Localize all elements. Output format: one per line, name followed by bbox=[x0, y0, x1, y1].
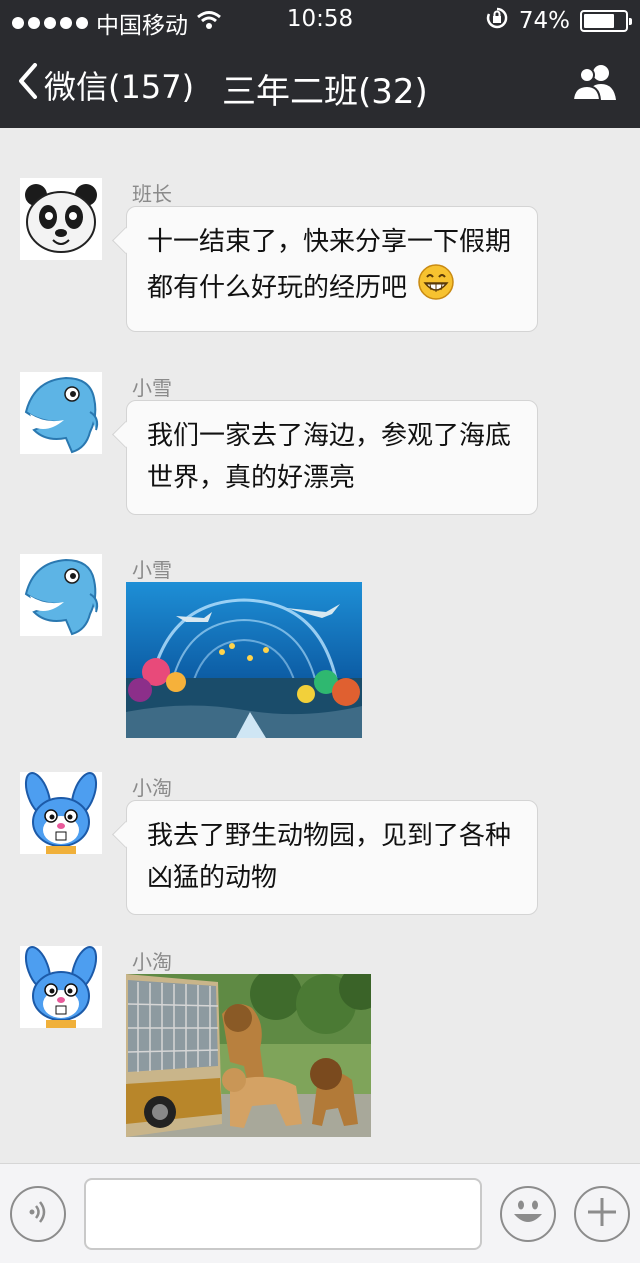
message-text: 我去了野生动物园，见到了各种凶猛的动物 bbox=[147, 821, 512, 893]
rotation-lock-icon bbox=[485, 6, 509, 36]
chevron-left-icon bbox=[18, 63, 38, 107]
voice-button[interactable] bbox=[10, 1186, 66, 1242]
plus-icon bbox=[585, 1195, 619, 1233]
message-input[interactable] bbox=[84, 1178, 482, 1250]
sender-name: 小雪 bbox=[132, 558, 172, 582]
emoji-button[interactable] bbox=[500, 1186, 556, 1242]
sender-name: 班长 bbox=[132, 182, 172, 206]
message-bubble[interactable]: 十一结束了，快来分享一下假期都有什么好玩的经历吧 bbox=[126, 206, 538, 332]
panda-avatar[interactable] bbox=[20, 178, 102, 260]
back-label: 微信(157) bbox=[44, 68, 195, 106]
voice-icon bbox=[24, 1198, 52, 1230]
status-bar: 中国移动 10:58 74% bbox=[0, 0, 640, 40]
nav-bar: 微信(157) 三年二班(32) bbox=[0, 40, 640, 128]
chat-title: 三年二班(32) bbox=[222, 72, 428, 112]
rabbit-avatar[interactable] bbox=[20, 772, 102, 854]
sender-name: 小雪 bbox=[132, 376, 172, 400]
input-bar bbox=[0, 1163, 640, 1263]
battery-percentage: 74% bbox=[518, 8, 570, 34]
dolphin-avatar[interactable] bbox=[20, 554, 102, 636]
group-info-icon[interactable] bbox=[571, 62, 618, 106]
rabbit-avatar[interactable] bbox=[20, 946, 102, 1028]
battery-icon bbox=[580, 10, 632, 32]
dolphin-avatar[interactable] bbox=[20, 372, 102, 454]
emoji-icon bbox=[502, 1186, 554, 1242]
message-text: 我们一家去了海边，参观了海底世界，真的好漂亮 bbox=[147, 421, 512, 493]
chat-message-list[interactable]: 班长 十一结束了，快来分享一下假期都有什么好玩的经历吧 小雪 我们一家去了海边，… bbox=[0, 128, 640, 1163]
back-button[interactable]: 微信(157) bbox=[18, 62, 194, 108]
message-bubble[interactable]: 我去了野生动物园，见到了各种凶猛的动物 bbox=[126, 800, 538, 915]
message-text: 十一结束了，快来分享一下假期都有什么好玩的经历吧 bbox=[147, 227, 512, 303]
lions-bus-photo[interactable] bbox=[126, 974, 371, 1137]
sender-name: 小淘 bbox=[132, 776, 172, 800]
aquarium-photo[interactable] bbox=[126, 582, 362, 738]
message-bubble[interactable]: 我们一家去了海边，参观了海底世界，真的好漂亮 bbox=[126, 400, 538, 515]
grin-emoji-icon bbox=[417, 263, 455, 314]
more-button[interactable] bbox=[574, 1186, 630, 1242]
battery-fill bbox=[584, 14, 614, 28]
sender-name: 小淘 bbox=[132, 950, 172, 974]
